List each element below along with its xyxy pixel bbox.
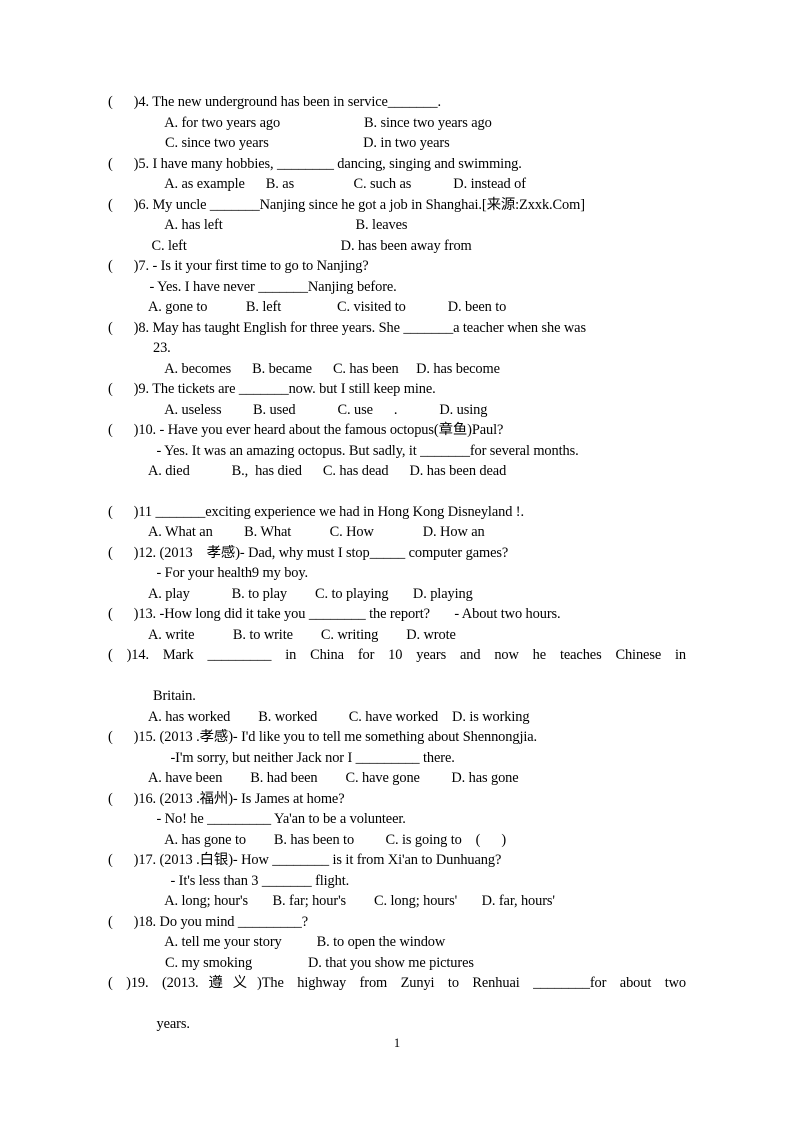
question-item: ( )11 _______exciting experience we had … [108,502,686,543]
question-stem-continuation: - For your health9 my boy. [146,565,309,581]
question-item: ( )19. (2013.遵义)The highway from Zunyi t… [108,973,686,1035]
question-options-row: A. long; hour's B. far; hour's C. long; … [158,893,555,909]
question-stem: ( )7. - Is it your first time to go to N… [108,258,369,274]
question-stem-continuation: Britain. [146,688,196,704]
question-options-row: A. useless B. used C. use . D. using [158,401,488,418]
question-options-row: A. becomes B. became C. has been D. has … [158,360,500,377]
question-stem: ( )9. The tickets are _______now. but I … [108,381,436,397]
question-item: ( )10. - Have you ever heard about the f… [108,420,686,482]
question-options-row: A. play B. to play C. to playing D. play… [148,585,473,602]
question-stem: ( )15. (2013 .孝感)- I'd like you to tell … [108,729,538,745]
question-item: ( )4. The new underground has been in se… [108,92,686,154]
question-stem: ( )10. - Have you ever heard about the f… [108,422,504,438]
question-item: ( )16. (2013 .福州)- Is James at home? - N… [108,789,686,851]
question-item: ( )6. My uncle _______Nanjing since he g… [108,195,686,257]
page-number: 1 [393,1036,401,1050]
question-options-row: C. since two years D. in two years [158,135,450,151]
question-stem: ( )19. (2013.遵义)The highway from Zunyi t… [108,975,686,991]
question-item: ( )14. Mark _________ in China for 10 ye… [108,645,686,727]
question-stem-continuation: - Yes. I have never _______Nanjing befor… [146,278,397,295]
question-item: ( )8. May has taught English for three y… [108,318,686,380]
question-item: ( )5. I have many hobbies, ________ danc… [108,154,686,195]
question-stem-continuation: -I'm sorry, but neither Jack nor I _____… [146,749,455,766]
question-stem: ( )6. My uncle _______Nanjing since he g… [108,196,585,213]
question-stem: ( )5. I have many hobbies, ________ danc… [108,155,522,172]
question-options-row: A. has gone to B. has been to C. is goin… [158,831,507,848]
question-options-row: A. have been B. had been C. have gone D.… [148,770,519,786]
question-options-row: A. for two years ago B. since two years … [158,114,492,131]
question-stem: ( )8. May has taught English for three y… [108,319,586,336]
question-stem-continuation: - No! he _________ Ya'an to be a volunte… [146,811,406,827]
question-options-row: A. as example B. as C. such as D. instea… [158,176,526,192]
question-stem: ( )17. (2013 .白银)- How ________ is it fr… [108,852,502,868]
question-options-row: C. left D. has been away from [148,237,472,254]
question-item: ( )17. (2013 .白银)- How ________ is it fr… [108,850,686,912]
question-item: ( )7. - Is it your first time to go to N… [108,256,686,318]
question-stem-continuation: years. [146,1016,190,1032]
question-options-row: A. What an B. What C. How D. How an [148,524,485,540]
question-stem-continuation: - It's less than 3 _______ flight. [146,872,350,889]
question-options-row: A. has worked B. worked C. have worked D… [148,708,530,725]
question-options-row: A. write B. to write C. writing D. wrote [148,626,456,643]
question-item: ( )12. (2013 孝感)- Dad, why must I stop__… [108,543,686,605]
question-item: ( )15. (2013 .孝感)- I'd like you to tell … [108,727,686,789]
question-stem: ( )14. Mark _________ in China for 10 ye… [108,647,686,663]
question-options-row: A. tell me your story B. to open the win… [158,934,446,950]
question-stem: ( )11 _______exciting experience we had … [108,503,524,520]
question-stem: ( )4. The new underground has been in se… [108,94,441,110]
question-stem: ( )12. (2013 孝感)- Dad, why must I stop__… [108,544,509,561]
question-options-row: A. gone to B. left C. visited to D. been… [148,299,507,315]
question-sheet: ( )4. The new underground has been in se… [108,92,686,1035]
question-item: ( )13. -How long did it take you _______… [108,604,686,645]
question-item: ( )9. The tickets are _______now. but I … [108,379,686,420]
question-stem-continuation: 23. [146,340,171,356]
question-options-row: C. my smoking D. that you show me pictur… [158,954,474,971]
worksheet-page: ( )4. The new underground has been in se… [0,0,794,1123]
question-options-row: A. has left B. leaves [158,217,408,233]
question-stem: ( )16. (2013 .福州)- Is James at home? [108,790,345,807]
question-options-row: A. died B., has died C. has dead D. has … [148,463,507,479]
question-stem-continuation: - Yes. It was an amazing octopus. But sa… [146,442,579,459]
question-item: ( )18. Do you mind _________? A. tell me… [108,912,686,974]
question-stem: ( )13. -How long did it take you _______… [108,606,561,622]
question-stem: ( )18. Do you mind _________? [108,913,309,930]
